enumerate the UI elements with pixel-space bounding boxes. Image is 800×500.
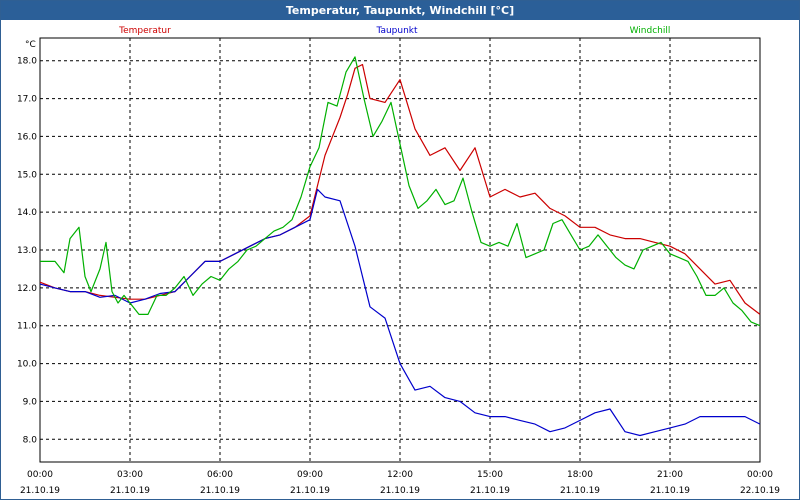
y-tick-label: 16.0 [17, 132, 37, 142]
y-tick-labels: 8.0 9.0 10.0 11.0 12.0 13.0 14.0 15.0 16.0 17.0 18… [17, 57, 37, 446]
x-tick-time: 18:00 [567, 470, 593, 480]
legend-windchill: Windchill [630, 26, 671, 36]
x-tick-time: 00:00 [747, 470, 773, 480]
y-tick-label: 18.0 [17, 57, 37, 67]
y-tick-label: 10.0 [17, 360, 37, 370]
legend-taupunkt: Taupunkt [375, 26, 418, 36]
x-tick-time: 12:00 [387, 470, 413, 480]
grid-lines [40, 38, 760, 462]
x-tick-date: 21.10.19 [20, 486, 60, 496]
x-tick-date: 21.10.19 [380, 486, 420, 496]
y-tick-label: 17.0 [17, 95, 37, 105]
x-tick-time: 03:00 [117, 470, 143, 480]
x-tick-date: 21.10.19 [110, 486, 150, 496]
x-tick-time: 06:00 [207, 470, 233, 480]
y-tick-label: 13.0 [17, 246, 37, 256]
chart-canvas: 8.0 9.0 10.0 11.0 12.0 13.0 14.0 15.0 16.0 17.0 18… [17, 26, 780, 496]
x-tick-time: 21:00 [657, 470, 683, 480]
y-tick-label: 9.0 [23, 397, 38, 407]
series-lines [39, 56, 761, 437]
legend-temperatur: Temperatur [118, 26, 171, 36]
y-tick-label: 11.0 [17, 322, 37, 332]
y-tick-label: 8.0 [23, 435, 38, 445]
y-tick-label: 15.0 [17, 170, 37, 180]
y-tick-label: 12.0 [17, 284, 37, 294]
x-tick-date: 21.10.19 [470, 486, 510, 496]
x-tick-time: 00:00 [27, 470, 53, 480]
y-axis-unit: °C [25, 40, 36, 50]
x-tick-date: 21.10.19 [650, 486, 690, 496]
x-tick-date: 22.10.19 [740, 486, 780, 496]
x-tick-time: 15:00 [477, 470, 503, 480]
x-tick-labels: 00:00 21.10.19 03:00 21.10.19 06:00 21.10.19 0… [20, 470, 780, 496]
y-tick-label: 14.0 [17, 208, 37, 218]
legend: Temperatur Taupunkt Windchill [118, 26, 670, 36]
x-tick-date: 21.10.19 [290, 486, 330, 496]
x-tick-date: 21.10.19 [560, 486, 600, 496]
x-tick-date: 21.10.19 [200, 486, 240, 496]
x-tick-time: 09:00 [297, 470, 323, 480]
